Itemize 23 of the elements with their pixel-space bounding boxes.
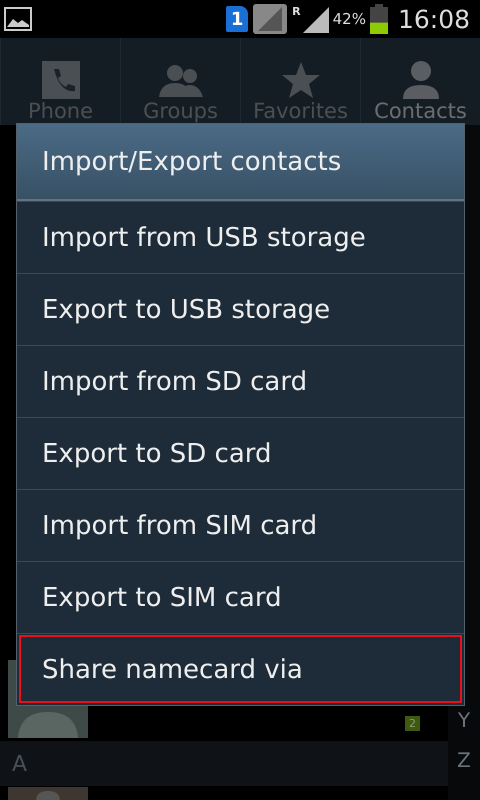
star-icon — [280, 61, 320, 99]
section-header: A — [0, 742, 448, 786]
menu-item[interactable]: Share namecard via — [17, 633, 464, 705]
menu-item[interactable]: Import from USB storage — [17, 201, 464, 273]
dialog-title: Import/Export contacts — [17, 124, 464, 201]
menu-item[interactable]: Import from SD card — [17, 345, 464, 417]
menu-item[interactable]: Export to USB storage — [17, 273, 464, 345]
clock: 16:08 — [398, 4, 470, 34]
index-letter[interactable]: Y — [458, 708, 470, 732]
phone-icon — [42, 61, 80, 99]
signal-icon — [300, 5, 329, 33]
roaming-indicator: R — [292, 5, 301, 18]
index-letter[interactable]: Z — [457, 748, 471, 772]
battery-percent: 42% — [332, 10, 366, 28]
battery-icon — [370, 4, 388, 34]
menu-item[interactable]: Export to SD card — [17, 417, 464, 489]
menu-item[interactable]: Import from SIM card — [17, 489, 464, 561]
picture-icon — [4, 7, 32, 31]
signal-icon — [252, 3, 288, 35]
sim-badge: 1 — [226, 6, 248, 32]
sim-badge: 2 — [405, 716, 420, 731]
menu-item[interactable]: Export to SIM card — [17, 561, 464, 633]
person-icon — [400, 59, 440, 99]
